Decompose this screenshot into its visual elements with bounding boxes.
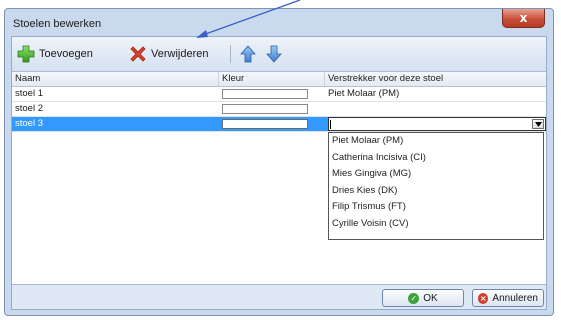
plus-icon (17, 45, 35, 63)
column-header-name[interactable]: Naam (12, 72, 219, 86)
cancel-button-label: Annuleren (492, 292, 538, 304)
row-name: stoel 3 (15, 118, 43, 129)
table-row[interactable]: stoel 1 Piet Molaar (PM) (12, 87, 546, 102)
close-button[interactable]: x (502, 9, 545, 28)
checkmark-icon: ✓ (408, 292, 420, 304)
text-caret (330, 120, 331, 129)
dropdown-option[interactable]: Catherina Incisiva (CI) (329, 150, 543, 167)
title-bar: Stoelen bewerken x (5, 9, 553, 36)
provider-dropdown-list: Piet Molaar (PM) Catherina Incisiva (CI)… (328, 132, 544, 240)
chevron-down-icon (534, 121, 542, 127)
dialog-content: Toevoegen Verwijderen Naam Kleur Verstre… (11, 36, 547, 310)
table-row[interactable]: stoel 2 (12, 102, 546, 117)
table-row-selected[interactable]: stoel 3 (12, 117, 546, 132)
dropdown-option[interactable]: Dries Kies (DK) (329, 183, 543, 200)
arrow-down-icon (266, 45, 282, 63)
move-down-button[interactable] (264, 44, 284, 64)
window-title: Stoelen bewerken (13, 18, 102, 30)
cancel-button[interactable]: × Annuleren (472, 289, 544, 307)
toolbar: Toevoegen Verwijderen (12, 37, 546, 72)
grid-header: Naam Kleur Verstrekker voor deze stoel (12, 72, 546, 87)
row-name: stoel 2 (15, 103, 43, 114)
cancel-icon: × (478, 292, 489, 304)
button-bar: ✓ OK × Annuleren (12, 285, 546, 309)
column-header-provider[interactable]: Verstrekker voor deze stoel (325, 72, 546, 86)
red-x-icon (130, 46, 146, 62)
dropdown-option[interactable]: Piet Molaar (PM) (329, 133, 543, 150)
row-provider (325, 102, 546, 116)
dropdown-option[interactable]: Cyrille Voisin (CV) (329, 216, 543, 233)
chairs-grid: Naam Kleur Verstrekker voor deze stoel s… (12, 72, 546, 285)
ok-button-label: OK (423, 292, 438, 304)
dropdown-option[interactable]: Mies Gingiva (MG) (329, 166, 543, 183)
move-up-button[interactable] (238, 44, 258, 64)
remove-button[interactable]: Verwijderen (128, 44, 208, 64)
arrow-up-icon (240, 45, 256, 63)
ok-button[interactable]: ✓ OK (382, 289, 464, 307)
column-header-color[interactable]: Kleur (219, 72, 325, 86)
add-button[interactable]: Toevoegen (16, 44, 93, 64)
close-icon: x (519, 11, 528, 25)
color-field[interactable] (222, 119, 308, 129)
add-button-label: Toevoegen (39, 48, 93, 60)
dropdown-option[interactable]: Filip Trismus (FT) (329, 199, 543, 216)
color-field[interactable] (222, 104, 308, 114)
color-field[interactable] (222, 89, 308, 99)
dialog-window: Stoelen bewerken x Toevoegen Verwijderen (4, 8, 554, 316)
provider-combobox[interactable] (328, 117, 546, 131)
row-provider: Piet Molaar (PM) (328, 88, 400, 99)
toolbar-separator (230, 45, 231, 63)
row-name: stoel 1 (15, 88, 43, 99)
dropdown-toggle-button[interactable] (532, 119, 544, 129)
remove-button-label: Verwijderen (151, 48, 209, 60)
